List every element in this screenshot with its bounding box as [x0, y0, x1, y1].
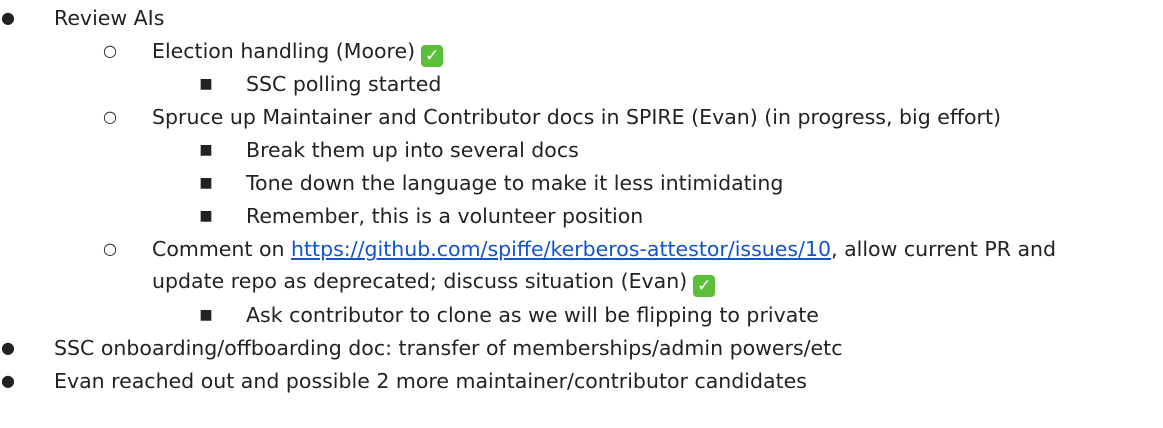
list-item-continuation: update repo as deprecated; discuss situa… [0, 266, 1163, 297]
list-item: ■ Ask contributor to clone as we will be… [0, 300, 1163, 330]
list-item-text: Comment on https://github.com/spiffe/ker… [152, 237, 1057, 261]
list-item-text: Evan reached out and possible 2 more mai… [54, 369, 807, 393]
bullet-marker: ● [1, 371, 15, 390]
list-item: ● Evan reached out and possible 2 more m… [0, 366, 1163, 396]
list-item-text: Break them up into several docs [246, 138, 579, 162]
list-item: ■ Remember, this is a volunteer position [0, 201, 1163, 231]
circle-marker: ○ [103, 107, 117, 126]
circle-marker: ○ [103, 239, 117, 258]
list-item: ○ Election handling (Moore) ✓ [0, 36, 1163, 67]
bullet-marker: ● [1, 338, 15, 357]
square-marker: ■ [199, 175, 213, 191]
list-item: ● Review AIs [0, 3, 1163, 33]
bullet-marker: ● [1, 8, 15, 27]
list-item-text: SSC polling started [246, 72, 442, 96]
list-item-text: update repo as deprecated; discuss situa… [152, 266, 716, 297]
square-marker: ■ [199, 76, 213, 92]
list-item-text: Remember, this is a volunteer position [246, 204, 644, 228]
list-item-text: Spruce up Maintainer and Contributor doc… [152, 105, 1001, 129]
list-item: ■ Break them up into several docs [0, 135, 1163, 165]
list-item-text: Ask contributor to clone as we will be f… [246, 303, 819, 327]
github-issue-link[interactable]: https://github.com/spiffe/kerberos-attes… [291, 237, 831, 261]
checkmark-icon: ✓ [421, 45, 444, 67]
circle-marker: ○ [103, 41, 117, 60]
list-item: ■ SSC polling started [0, 69, 1163, 99]
list-item-text: SSC onboarding/offboarding doc: transfer… [54, 336, 843, 360]
list-item: ■ Tone down the language to make it less… [0, 168, 1163, 198]
square-marker: ■ [199, 307, 213, 323]
square-marker: ■ [199, 208, 213, 224]
list-item: ○ Spruce up Maintainer and Contributor d… [0, 102, 1163, 132]
list-item-text: Review AIs [54, 6, 165, 30]
list-item-text: Tone down the language to make it less i… [246, 171, 784, 195]
list-item-text: Election handling (Moore) ✓ [152, 36, 444, 67]
square-marker: ■ [199, 142, 213, 158]
list-item: ○ Comment on https://github.com/spiffe/k… [0, 234, 1163, 264]
checkmark-icon: ✓ [693, 275, 716, 297]
list-item: ● SSC onboarding/offboarding doc: transf… [0, 333, 1163, 363]
